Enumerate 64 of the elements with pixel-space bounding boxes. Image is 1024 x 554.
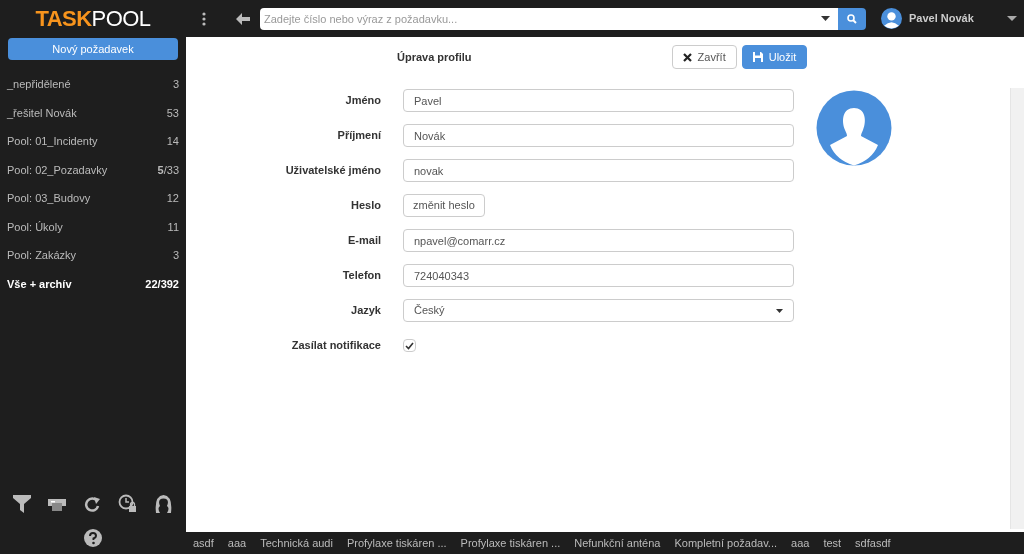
filter-icon[interactable] <box>12 494 31 513</box>
field-label: Telefon <box>341 268 381 284</box>
taskbar-tab[interactable]: asdf <box>193 534 214 552</box>
sidebar-item[interactable]: Pool: Zakázky 3 <box>0 241 186 270</box>
close-button[interactable]: Zavřít <box>671 45 737 69</box>
user-name[interactable]: Pavel Novák <box>909 10 999 27</box>
field-label: E-mail <box>347 233 381 249</box>
dropdown-caret-icon[interactable] <box>821 16 830 21</box>
field-label: Zasílat notifikace <box>290 338 381 354</box>
item-count: 12 <box>166 191 179 206</box>
taskbar-tab[interactable]: Profylaxe tiskáren ... <box>460 534 561 552</box>
kebab-menu-icon[interactable] <box>202 11 206 26</box>
search-field[interactable]: Zadejte číslo nebo výraz z požadavku... <box>260 7 838 30</box>
item-count: 3 <box>172 248 179 263</box>
input-field[interactable]: Novák <box>403 124 794 147</box>
item-count: 22/392 <box>145 276 179 292</box>
taskbar-tab[interactable]: aaa <box>227 534 247 552</box>
clock-lock-icon[interactable] <box>118 494 138 513</box>
close-icon <box>682 52 692 62</box>
input-field[interactable]: novak <box>403 159 794 182</box>
taskbar-tab[interactable]: test <box>823 534 842 552</box>
checkbox[interactable] <box>403 339 416 352</box>
item-count: 11 <box>167 219 179 235</box>
change-password-button[interactable]: změnit heslo <box>403 194 485 217</box>
taskbar-tab[interactable]: Kompletní požadav... <box>674 534 777 552</box>
sidebar-item[interactable]: Pool: Úkoly 11 <box>0 212 186 241</box>
sidebar-item[interactable]: Vše + archív 22/392 <box>0 269 186 298</box>
avatar-placeholder-icon <box>816 90 892 166</box>
input-field[interactable]: npavel@comarr.cz <box>403 229 794 252</box>
search-icon <box>847 13 857 24</box>
form-title: Úprava profilu <box>397 49 472 65</box>
taskbar-tab[interactable]: Nefunkční anténa <box>574 534 661 552</box>
field-label: Heslo <box>350 198 381 214</box>
dropdown-caret-icon <box>776 308 783 313</box>
language-select[interactable]: Český <box>403 299 794 322</box>
field-label: Příjmení <box>336 128 381 144</box>
item-count: 3 <box>172 77 179 92</box>
item-count: 5/33 <box>157 162 179 178</box>
taskbar-tab[interactable]: sdfasdf <box>855 534 891 552</box>
field-label: Jméno <box>344 93 381 109</box>
input-field[interactable]: 724040343 <box>403 264 794 287</box>
taskbar-tab[interactable]: Technická audi <box>260 534 333 552</box>
search-button[interactable] <box>838 7 866 30</box>
sidebar-item[interactable]: Pool: 01_Incidenty 14 <box>0 127 186 156</box>
sidebar-item[interactable]: Pool: 03_Budovy 12 <box>0 184 186 213</box>
input-field[interactable]: Pavel <box>403 89 794 112</box>
field-label: Jazyk <box>350 303 381 319</box>
sidebar-item[interactable]: _nepřidělené 3 <box>0 70 186 99</box>
scrollbar[interactable] <box>1010 88 1024 529</box>
taskbar-tab[interactable]: aaa <box>791 534 810 552</box>
taskbar-tab[interactable]: Profylaxe tiskáren ... <box>346 534 447 552</box>
refresh-icon[interactable] <box>82 494 101 513</box>
user-icon[interactable] <box>154 494 174 513</box>
sidebar-item[interactable]: Pool: 02_Pozadavky 5/33 <box>0 155 186 184</box>
item-count: 14 <box>166 134 179 149</box>
item-count: 53 <box>166 105 179 121</box>
user-avatar-icon[interactable] <box>881 8 902 29</box>
field-label: Uživatelské jméno <box>284 163 381 179</box>
user-menu-caret-icon[interactable] <box>1007 16 1017 21</box>
logo: TASKPOOL <box>35 7 151 30</box>
sidebar-item[interactable]: _řešitel Novák 53 <box>0 98 186 127</box>
printer-icon[interactable] <box>47 496 66 511</box>
help-icon[interactable] <box>84 529 102 547</box>
back-arrow-icon[interactable] <box>236 12 250 25</box>
